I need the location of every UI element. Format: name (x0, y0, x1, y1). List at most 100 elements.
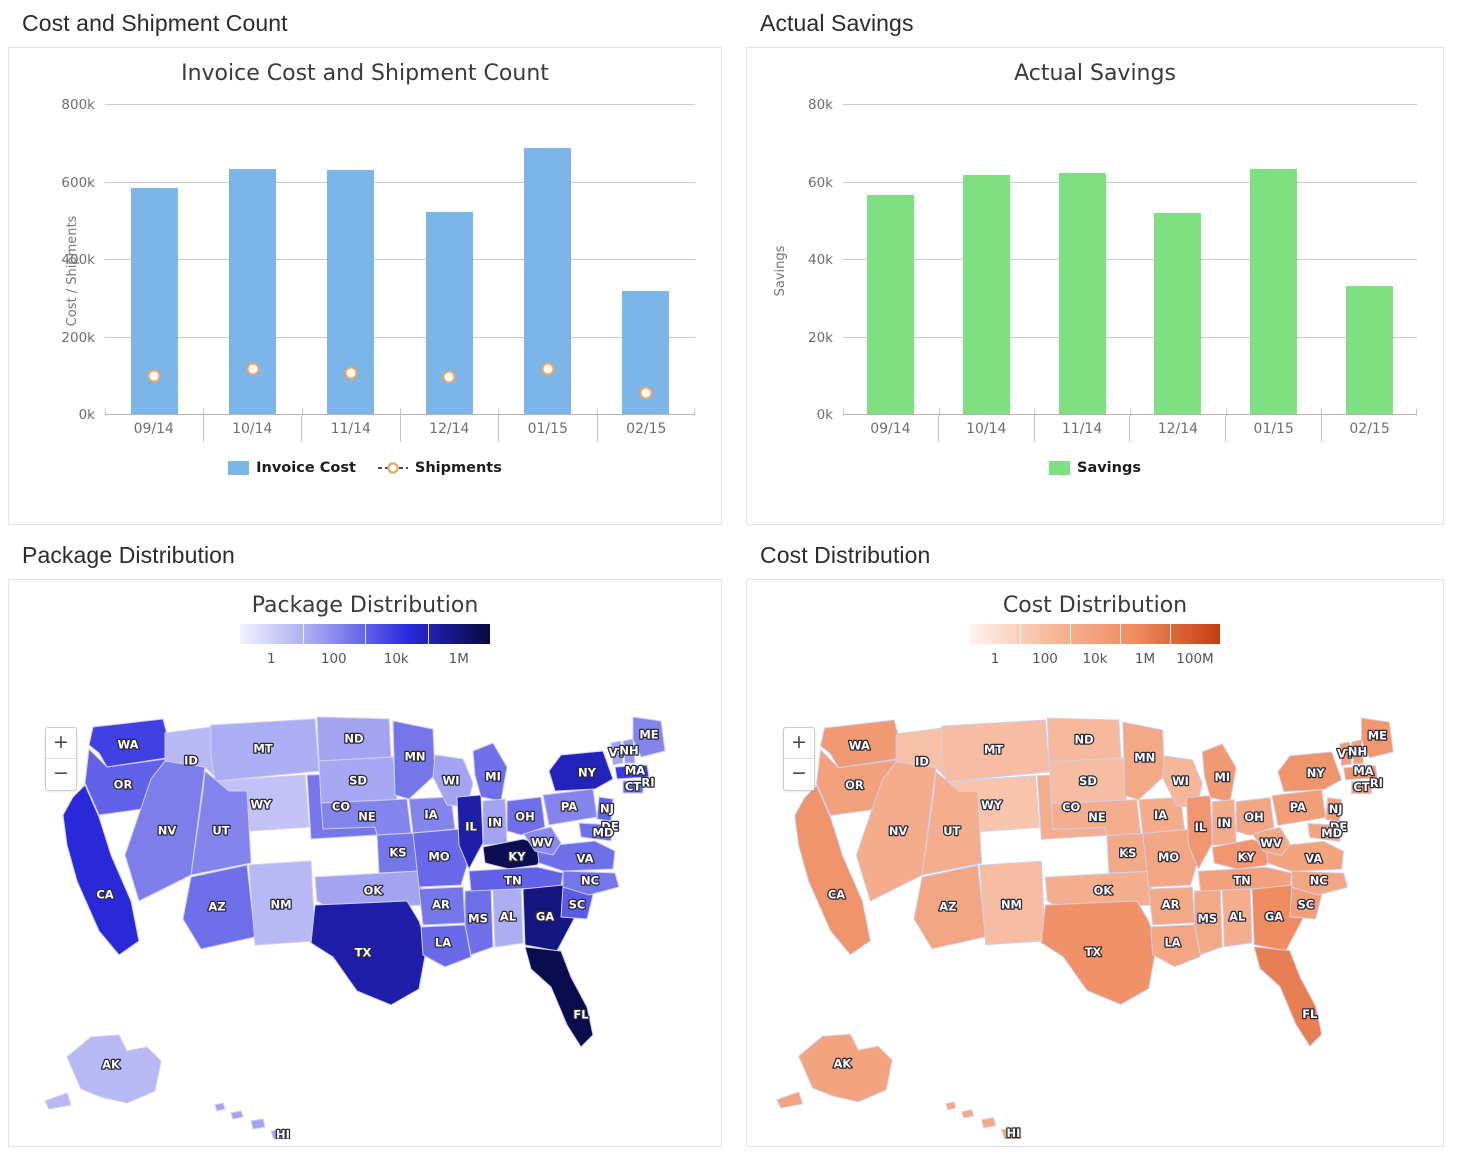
card-package-distribution: Package Distribution 1 100 10k 1M + − WA OR C… (8, 579, 722, 1147)
map-state-label-mn: MN (1134, 750, 1155, 764)
map-state-label-hi: HI (276, 1128, 290, 1140)
map-state-label-wa: WA (117, 738, 138, 752)
map-state-label-nv: NV (158, 824, 177, 838)
legend-actual-savings: Savings (747, 460, 1443, 476)
card-invoice-cost-shipment-count: Invoice Cost and Shipment Count Cost / S… (8, 47, 722, 525)
map-state-label-va: VA (576, 852, 593, 866)
map-state-hi[interactable] (945, 1101, 957, 1111)
plot-canvas-invoice-cost: 0k 200k 400k 600k 800k (61, 97, 695, 423)
map-zoom-controls-cost[interactable]: + − (783, 727, 815, 791)
map-state-ak[interactable] (776, 1091, 804, 1109)
legend-item-savings[interactable]: Savings (1049, 460, 1141, 476)
map-state-label-ut: UT (943, 824, 960, 838)
chart-title-cost-distribution: Cost Distribution (1002, 593, 1188, 618)
line-marker[interactable] (541, 362, 554, 376)
zoom-in-button-cost[interactable]: + (784, 728, 814, 759)
bar[interactable] (1250, 169, 1298, 414)
map-state-label-wi: WI (443, 774, 460, 788)
colorbar-tick-label: 100M (1176, 651, 1214, 667)
legend-item-invoice-cost[interactable]: Invoice Cost (228, 460, 356, 476)
bar-series-savings (843, 104, 1417, 414)
bar[interactable] (1345, 286, 1393, 414)
plot-canvas-actual-savings: 0k 20k 40k 60k 80k (808, 97, 1417, 423)
chart-title-invoice-cost: Invoice Cost and Shipment Count (181, 61, 549, 86)
zoom-in-button-package[interactable]: + (46, 728, 76, 759)
legend-invoice-cost: Invoice Cost Shipments (9, 460, 721, 476)
map-state-label-nm: NM (1001, 897, 1022, 911)
map-state-label-mt: MT (984, 742, 1003, 756)
legend-item-shipments[interactable]: Shipments (377, 460, 502, 476)
map-state-label-sd: SD (349, 774, 367, 788)
map-state-hi[interactable] (981, 1117, 997, 1129)
map-state-label-ga: GA (536, 910, 554, 924)
legend-label: Savings (1077, 460, 1141, 476)
map-state-label-la: LA (1164, 935, 1180, 949)
map-state-label-la: LA (435, 936, 451, 950)
map-state-label-ar: AR (1162, 897, 1180, 911)
x-axis-tick-label: 01/15 (1225, 416, 1321, 442)
zoom-out-button-package[interactable]: − (46, 759, 76, 790)
bar[interactable] (963, 174, 1010, 414)
bar-slot (1226, 104, 1322, 414)
choropleth-map-cost[interactable]: WA OR CA NV ID MT WY UT AZ NM CO ND SD NE KS OK TX MN IA MO… (747, 669, 1443, 1139)
line-marker[interactable] (639, 386, 653, 400)
map-state-label-wi: WI (1172, 774, 1189, 788)
colorbar-tick-label: 10k (1082, 651, 1108, 667)
map-state-label-co: CO (332, 800, 350, 814)
map-state-label-ky: KY (508, 850, 526, 864)
map-state-label-mi: MI (485, 770, 501, 784)
y-axis-tick-label: 40k (808, 252, 833, 268)
map-state-label-ny: NY (578, 766, 597, 780)
map-state-hi[interactable] (250, 1118, 266, 1130)
map-container-package[interactable]: + − WA OR CA NV ID MT WY UT AZ NM CO ND SD NE KS OK TX MN… (9, 669, 721, 1139)
x-axis-tick-label: 12/14 (399, 416, 499, 442)
y-axis-tick-label: 0k (78, 407, 95, 423)
bar-slot (105, 104, 203, 414)
colorbar-tick-label: 1 (990, 651, 1000, 667)
map-state-label-va: VA (1305, 852, 1322, 866)
legend-swatch-icon (228, 461, 250, 475)
choropleth-map-package[interactable]: WA OR CA NV ID MT WY UT AZ NM CO ND SD NE KS OK TX MN IA MO… (9, 669, 721, 1139)
map-state-label-wv: WV (1260, 836, 1282, 850)
map-state-label-wy: WY (981, 798, 1003, 812)
bar[interactable] (228, 168, 276, 414)
map-state-hi[interactable] (961, 1109, 975, 1119)
map-color-legend-cost: 1 100 10k 1M 100M (747, 624, 1443, 669)
map-state-hi[interactable] (230, 1110, 244, 1120)
map-state-label-ri: RI (641, 776, 654, 790)
map-state-label-ks: KS (1119, 846, 1136, 860)
map-state-label-ct: CT (1353, 780, 1369, 794)
line-marker[interactable] (246, 362, 259, 376)
map-state-label-in: IN (1217, 816, 1231, 830)
bar[interactable] (1154, 212, 1202, 414)
x-axis-tick-label: 12/14 (1129, 416, 1225, 442)
colorbar-tick-label: 100 (1032, 651, 1058, 667)
map-container-cost[interactable]: + − WA OR CA NV ID MT WY UT AZ NM CO ND SD NE KS OK TX MN… (747, 669, 1443, 1139)
chart-plot-area-invoice-cost: Cost / Shipments 0k 200k 400k 600k 800k 09/1… (9, 86, 721, 456)
colorbar-tick-label: 100 (320, 651, 347, 667)
map-state-fl[interactable] (524, 946, 594, 1048)
map-state-label-wa: WA (849, 738, 870, 752)
map-state-label-ok: OK (364, 884, 384, 898)
map-state-ak[interactable] (44, 1092, 72, 1110)
line-marker[interactable] (147, 369, 161, 383)
bar[interactable] (867, 195, 915, 414)
x-axis-tick-label: 10/14 (202, 416, 302, 442)
line-marker[interactable] (442, 370, 456, 384)
panel-cost-and-shipment-count: Cost and Shipment Count Invoice Cost and… (0, 0, 730, 532)
colorbar-divider (365, 624, 366, 644)
map-states-group: WA OR CA NV ID MT WY UT AZ NM CO ND SD NE KS OK TX MN IA MO… (44, 716, 666, 1140)
x-axis-tick-label: 02/15 (596, 416, 696, 442)
map-state-label-al: AL (1229, 909, 1245, 923)
bar-series-invoice-cost (105, 104, 695, 414)
map-state-label-oh: OH (1244, 810, 1263, 824)
map-state-fl[interactable] (1253, 946, 1323, 1047)
line-marker[interactable] (344, 366, 358, 380)
map-state-label-al: AL (500, 910, 517, 924)
map-state-label-ak: AK (834, 1057, 853, 1071)
bar[interactable] (1058, 172, 1106, 414)
zoom-out-button-cost[interactable]: − (784, 759, 814, 790)
map-zoom-controls-package[interactable]: + − (45, 727, 77, 791)
map-state-hi[interactable] (214, 1102, 226, 1112)
map-state-label-ok: OK (1094, 884, 1114, 898)
